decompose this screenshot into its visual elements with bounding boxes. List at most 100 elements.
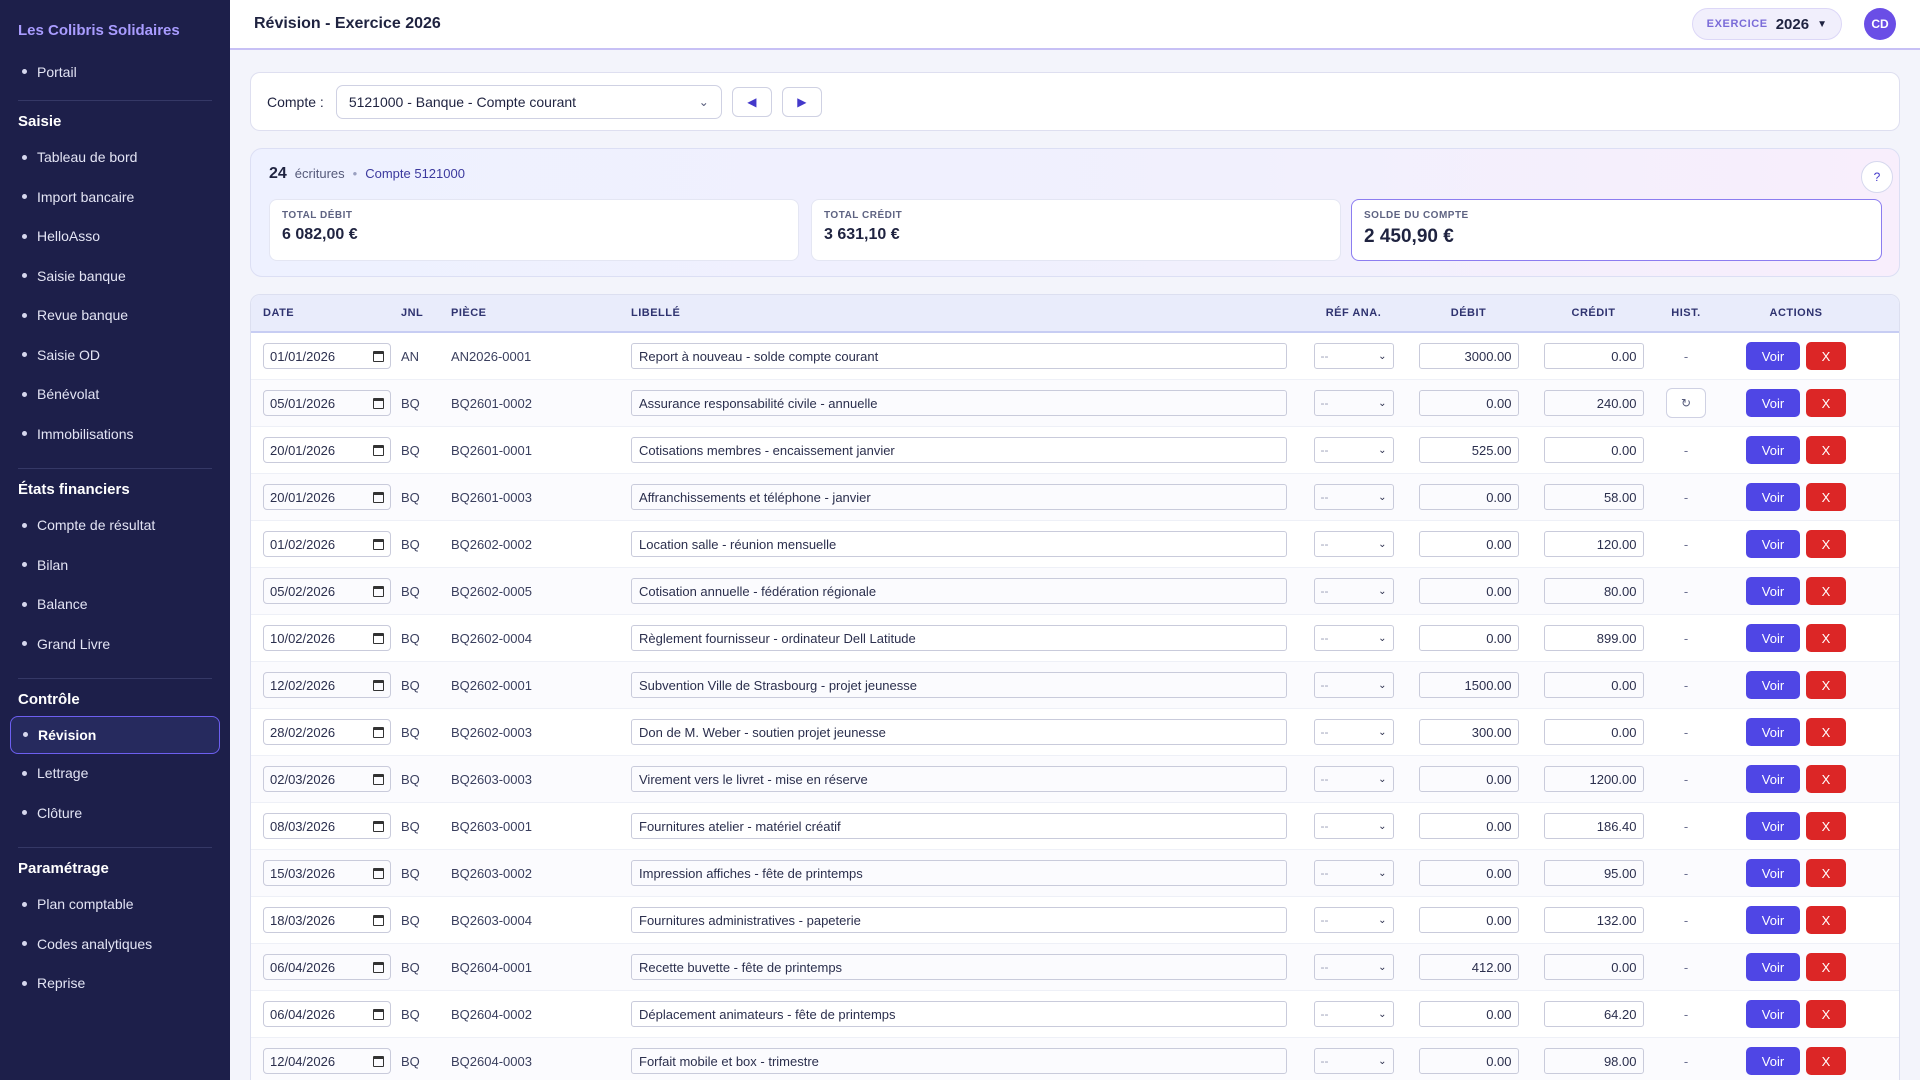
- sidebar-item-saisie-od[interactable]: Saisie OD: [0, 335, 230, 375]
- ref-ana-select[interactable]: -- ⌄: [1313, 578, 1394, 604]
- date-input[interactable]: 15/03/2026: [263, 860, 391, 886]
- column-header-credit[interactable]: CRÉDIT: [1531, 307, 1656, 319]
- debit-input[interactable]: 0.00: [1418, 813, 1519, 839]
- calendar-icon[interactable]: [373, 961, 384, 973]
- debit-input[interactable]: 0.00: [1418, 907, 1519, 933]
- credit-input[interactable]: 899.00: [1543, 625, 1644, 651]
- delete-button[interactable]: X: [1806, 812, 1846, 840]
- previous-account-button[interactable]: ◀: [731, 86, 772, 117]
- credit-input[interactable]: 0.00: [1543, 719, 1644, 745]
- libelle-input[interactable]: Recette buvette - fête de printemps: [631, 954, 1287, 980]
- credit-input[interactable]: 95.00: [1543, 860, 1644, 886]
- delete-button[interactable]: X: [1806, 671, 1846, 699]
- sidebar-item-benevolat[interactable]: Bénévolat: [0, 375, 230, 415]
- calendar-icon[interactable]: [373, 397, 384, 409]
- view-button[interactable]: Voir: [1746, 1047, 1800, 1075]
- date-input[interactable]: 08/03/2026: [263, 813, 391, 839]
- account-select[interactable]: 5121000 - Banque - Compte courant ⌄: [335, 84, 722, 119]
- debit-input[interactable]: 525.00: [1418, 437, 1519, 463]
- ref-ana-select[interactable]: -- ⌄: [1313, 766, 1394, 792]
- delete-button[interactable]: X: [1806, 718, 1846, 746]
- ref-ana-select[interactable]: -- ⌄: [1313, 813, 1394, 839]
- delete-button[interactable]: X: [1806, 483, 1846, 511]
- debit-input[interactable]: 0.00: [1418, 625, 1519, 651]
- history-button[interactable]: ↻: [1666, 388, 1706, 418]
- calendar-icon[interactable]: [373, 632, 384, 644]
- ref-ana-select[interactable]: -- ⌄: [1313, 860, 1394, 886]
- calendar-icon[interactable]: [373, 773, 384, 785]
- delete-button[interactable]: X: [1806, 342, 1846, 370]
- ref-ana-select[interactable]: -- ⌄: [1313, 484, 1394, 510]
- view-button[interactable]: Voir: [1746, 718, 1800, 746]
- debit-input[interactable]: 0.00: [1418, 578, 1519, 604]
- delete-button[interactable]: X: [1806, 953, 1846, 981]
- calendar-icon[interactable]: [373, 1008, 384, 1020]
- debit-input[interactable]: 412.00: [1418, 954, 1519, 980]
- libelle-input[interactable]: Forfait mobile et box - trimestre: [631, 1048, 1287, 1074]
- ref-ana-select[interactable]: -- ⌄: [1313, 625, 1394, 651]
- delete-button[interactable]: X: [1806, 906, 1846, 934]
- credit-input[interactable]: 240.00: [1543, 390, 1644, 416]
- date-input[interactable]: 20/01/2026: [263, 437, 391, 463]
- sidebar-item-portail[interactable]: Portail: [0, 52, 230, 92]
- calendar-icon[interactable]: [373, 585, 384, 597]
- ref-ana-select[interactable]: -- ⌄: [1313, 954, 1394, 980]
- view-button[interactable]: Voir: [1746, 1000, 1800, 1028]
- next-account-button[interactable]: ▶: [781, 86, 822, 117]
- view-button[interactable]: Voir: [1746, 671, 1800, 699]
- libelle-input[interactable]: Fournitures administratives - papeterie: [631, 907, 1287, 933]
- view-button[interactable]: Voir: [1746, 483, 1800, 511]
- calendar-icon[interactable]: [373, 726, 384, 738]
- credit-input[interactable]: 98.00: [1543, 1048, 1644, 1074]
- debit-input[interactable]: 0.00: [1418, 531, 1519, 557]
- help-button[interactable]: ?: [1861, 161, 1893, 193]
- libelle-input[interactable]: Fournitures atelier - matériel créatif: [631, 813, 1287, 839]
- delete-button[interactable]: X: [1806, 1047, 1846, 1075]
- ref-ana-select[interactable]: -- ⌄: [1313, 1001, 1394, 1027]
- view-button[interactable]: Voir: [1746, 624, 1800, 652]
- column-header-journal[interactable]: JNL: [401, 307, 451, 319]
- view-button[interactable]: Voir: [1746, 765, 1800, 793]
- sidebar-item-codes-analytiques[interactable]: Codes analytiques: [0, 924, 230, 964]
- calendar-icon[interactable]: [373, 1055, 384, 1067]
- sidebar-item-immobilisations[interactable]: Immobilisations: [0, 414, 230, 454]
- ref-ana-select[interactable]: -- ⌄: [1313, 1048, 1394, 1074]
- date-input[interactable]: 10/02/2026: [263, 625, 391, 651]
- ref-ana-select[interactable]: -- ⌄: [1313, 907, 1394, 933]
- debit-input[interactable]: 0.00: [1418, 766, 1519, 792]
- libelle-input[interactable]: Virement vers le livret - mise en réserv…: [631, 766, 1287, 792]
- debit-input[interactable]: 0.00: [1418, 1048, 1519, 1074]
- view-button[interactable]: Voir: [1746, 577, 1800, 605]
- credit-input[interactable]: 120.00: [1543, 531, 1644, 557]
- ref-ana-select[interactable]: -- ⌄: [1313, 390, 1394, 416]
- calendar-icon[interactable]: [373, 491, 384, 503]
- debit-input[interactable]: 0.00: [1418, 1001, 1519, 1027]
- ref-ana-select[interactable]: -- ⌄: [1313, 343, 1394, 369]
- sidebar-item-revision[interactable]: Révision: [10, 715, 220, 754]
- column-header-piece[interactable]: PIÈCE: [451, 307, 631, 319]
- credit-input[interactable]: 64.20: [1543, 1001, 1644, 1027]
- calendar-icon[interactable]: [373, 914, 384, 926]
- view-button[interactable]: Voir: [1746, 906, 1800, 934]
- debit-input[interactable]: 1500.00: [1418, 672, 1519, 698]
- sidebar-item-cloture[interactable]: Clôture: [0, 793, 230, 833]
- debit-input[interactable]: 0.00: [1418, 390, 1519, 416]
- libelle-input[interactable]: Affranchissements et téléphone - janvier: [631, 484, 1287, 510]
- calendar-icon[interactable]: [373, 820, 384, 832]
- date-input[interactable]: 05/02/2026: [263, 578, 391, 604]
- libelle-input[interactable]: Impression affiches - fête de printemps: [631, 860, 1287, 886]
- sidebar-item-compte-de-resultat[interactable]: Compte de résultat: [0, 506, 230, 546]
- calendar-icon[interactable]: [373, 679, 384, 691]
- credit-input[interactable]: 186.40: [1543, 813, 1644, 839]
- debit-input[interactable]: 0.00: [1418, 484, 1519, 510]
- libelle-input[interactable]: Don de M. Weber - soutien projet jeuness…: [631, 719, 1287, 745]
- sidebar-item-saisie-banque[interactable]: Saisie banque: [0, 256, 230, 296]
- delete-button[interactable]: X: [1806, 389, 1846, 417]
- date-input[interactable]: 02/03/2026: [263, 766, 391, 792]
- libelle-input[interactable]: Déplacement animateurs - fête de printem…: [631, 1001, 1287, 1027]
- sidebar-item-grand-livre[interactable]: Grand Livre: [0, 624, 230, 664]
- date-input[interactable]: 01/02/2026: [263, 531, 391, 557]
- ref-ana-select[interactable]: -- ⌄: [1313, 672, 1394, 698]
- view-button[interactable]: Voir: [1746, 953, 1800, 981]
- calendar-icon[interactable]: [373, 867, 384, 879]
